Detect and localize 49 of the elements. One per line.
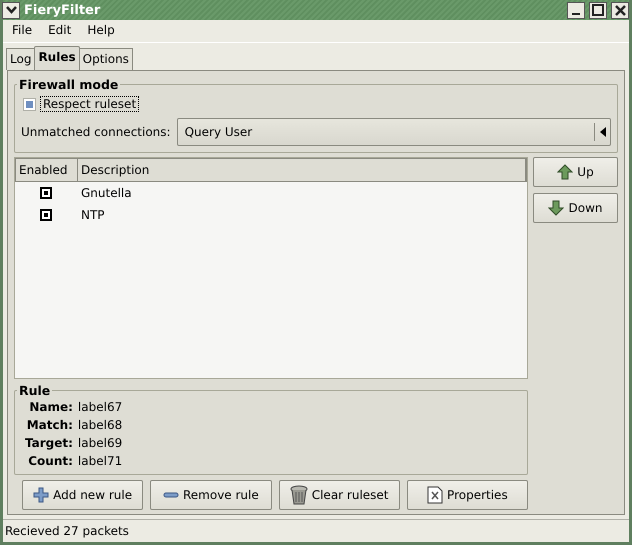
- tab[interactable]: Log: [6, 48, 36, 70]
- trash-can-icon: [290, 485, 308, 505]
- field-label: Name:: [28, 400, 73, 414]
- chevron-down-icon: [6, 6, 16, 14]
- table-cell-text: Gnutella: [80, 186, 132, 200]
- frame-title: Rule: [18, 383, 52, 398]
- remove-button[interactable]: Remove rule: [150, 480, 272, 510]
- clear-button[interactable]: Clear ruleset: [278, 480, 400, 510]
- maximize-icon: [592, 4, 604, 16]
- column-header[interactable]: Enabled: [16, 159, 78, 181]
- column-header[interactable]: Description: [78, 159, 526, 181]
- status-text: Recieved 27 packets: [5, 524, 129, 538]
- tab[interactable]: Rules: [34, 46, 80, 70]
- minimize-button[interactable]: [567, 2, 585, 18]
- checkbox[interactable]: [23, 98, 36, 110]
- checkbox[interactable]: [40, 187, 52, 199]
- tab[interactable]: Options: [78, 48, 133, 70]
- field-value: label67: [78, 400, 124, 414]
- properties-button[interactable]: Properties: [406, 480, 528, 510]
- down-button[interactable]: Down: [533, 193, 618, 223]
- field-value: label71: [78, 454, 124, 468]
- field-label: Count:: [27, 454, 73, 468]
- frame-title: Firewall mode: [18, 77, 120, 92]
- checkbox[interactable]: [40, 209, 52, 221]
- close-button[interactable]: [611, 2, 629, 18]
- add-button[interactable]: Add new rule: [22, 480, 144, 510]
- field-value: label69: [78, 436, 124, 450]
- up-arrow-icon: [557, 164, 574, 180]
- triangle-left-icon: [600, 127, 606, 137]
- window-title: FieryFilter: [24, 2, 100, 18]
- menu-item[interactable]: File: [12, 23, 32, 39]
- menu-item[interactable]: Edit: [48, 23, 72, 39]
- minus-icon: [162, 492, 179, 498]
- document-icon: [427, 486, 444, 504]
- plus-icon: [33, 487, 50, 503]
- maximize-button[interactable]: [589, 2, 607, 18]
- field-value: label68: [78, 418, 124, 432]
- up-button[interactable]: Up: [533, 157, 618, 187]
- field-label: Unmatched connections:: [21, 125, 171, 139]
- window-menu-button[interactable]: [2, 2, 20, 18]
- menu-item[interactable]: Help: [87, 23, 115, 39]
- field-label: Match:: [26, 418, 73, 432]
- unmatched-connections-dropdown[interactable]: Query User: [176, 118, 611, 146]
- close-icon: [614, 4, 626, 16]
- table-cell-text: NTP: [80, 208, 105, 222]
- checkbox-label[interactable]: Respect ruleset: [40, 96, 140, 112]
- minimize-icon: [572, 12, 580, 14]
- field-label: Target:: [25, 436, 73, 450]
- down-arrow-icon: [548, 200, 564, 216]
